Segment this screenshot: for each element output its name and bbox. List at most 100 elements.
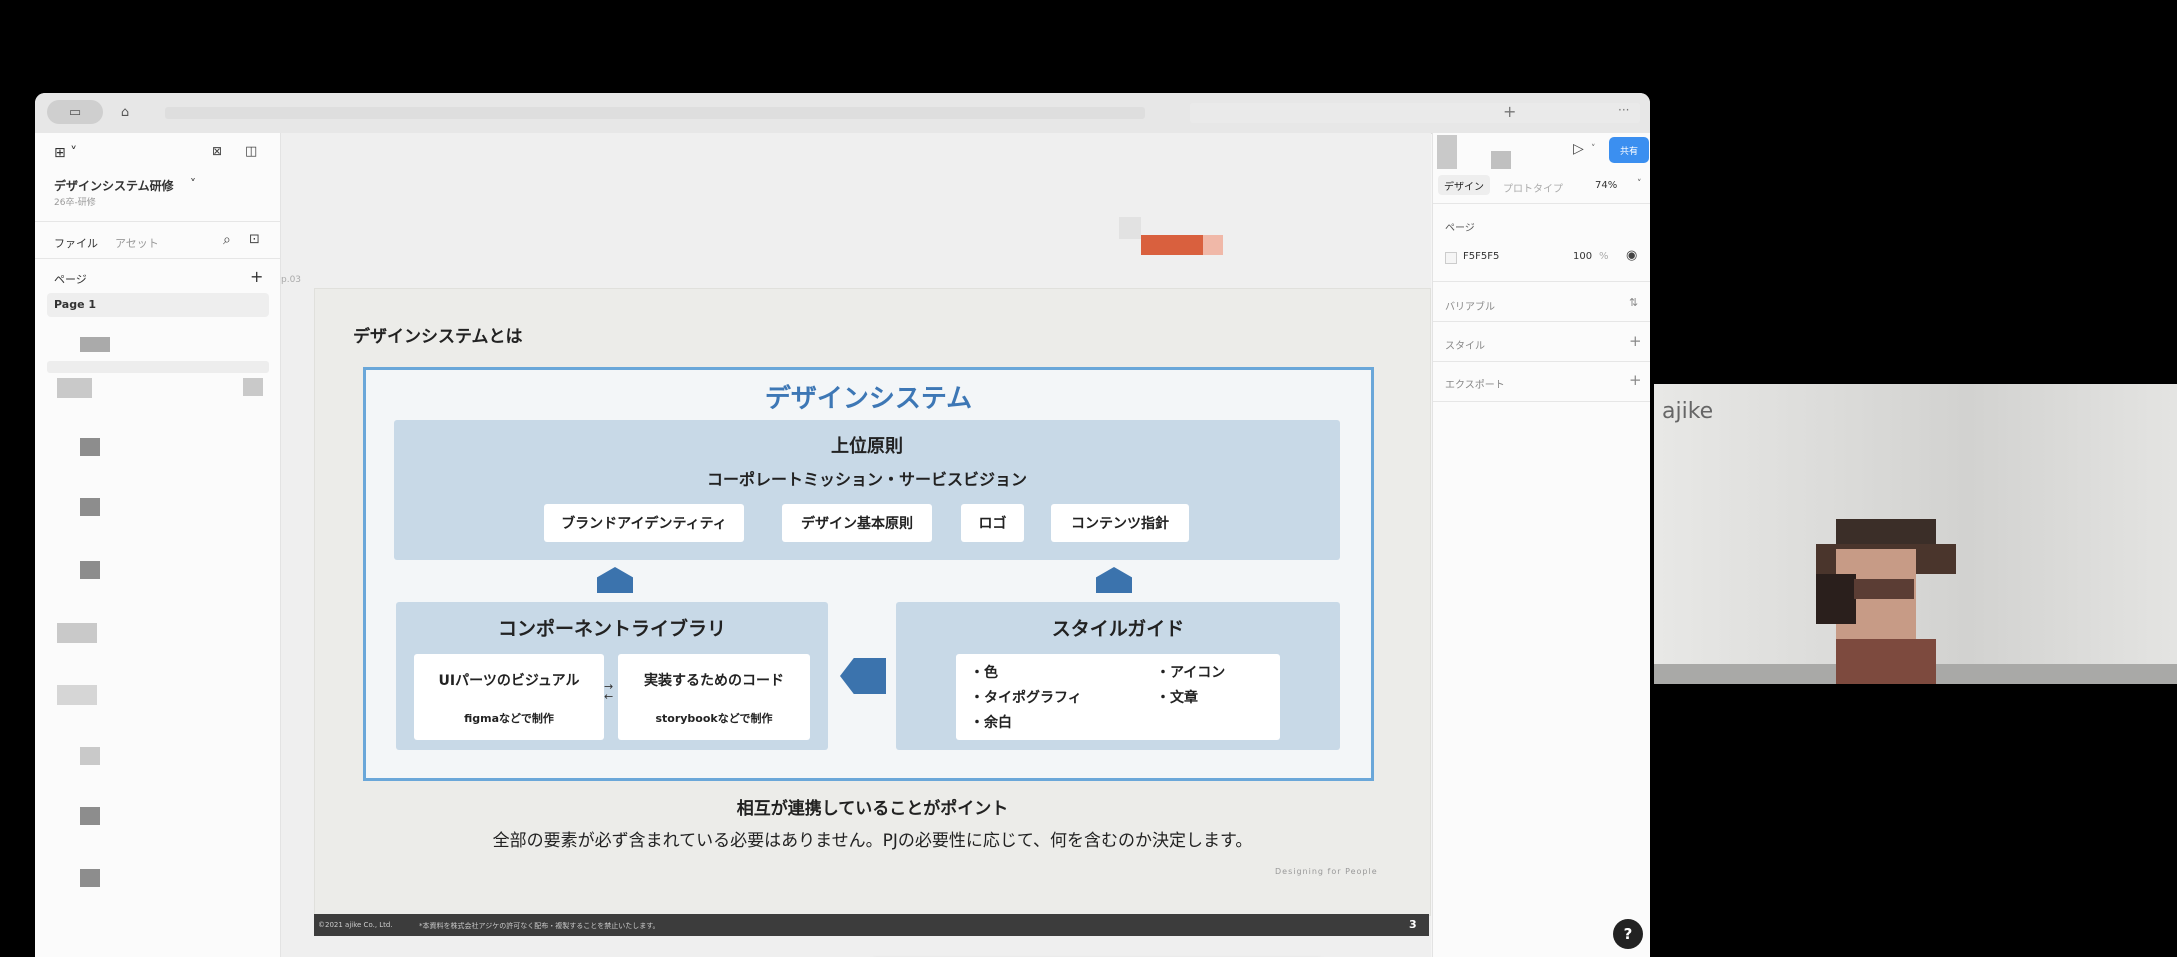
- item-content-guidelines: コンテンツ指針: [1051, 504, 1189, 542]
- tab-bar: ▭ ⌂ + ···: [35, 93, 1650, 134]
- slide-point: 相互が連携していることがポイント: [736, 799, 1009, 819]
- share-button[interactable]: 共有: [1609, 137, 1649, 163]
- help-button[interactable]: ?: [1613, 919, 1643, 949]
- slide-footer: ©2021 ajike Co., Ltd. *本資料を株式会社アジケの許可なく配…: [314, 914, 1429, 936]
- add-style-button[interactable]: +: [1629, 332, 1642, 350]
- style-item-icon: ・アイコン: [1156, 665, 1226, 681]
- zoom-level[interactable]: 74%: [1595, 180, 1617, 191]
- variables-settings-icon[interactable]: ⇅: [1629, 296, 1638, 309]
- layer-thumbnail[interactable]: [57, 623, 97, 643]
- blurred-element: [1119, 217, 1141, 239]
- divider: [1433, 281, 1650, 282]
- layer-thumbnail[interactable]: [80, 747, 100, 765]
- visual-card-title: UIパーツのビジュアル: [438, 673, 580, 689]
- new-tab-button[interactable]: +: [1503, 102, 1516, 121]
- add-export-button[interactable]: +: [1629, 371, 1642, 389]
- footer-page-number: 3: [1409, 918, 1417, 931]
- code-card-title: 実装するためのコード: [644, 673, 784, 689]
- footer-notice: *本資料を株式会社アジケの許可なく配布・複製することを禁止いたします。: [419, 922, 660, 930]
- blurred-element: [1141, 235, 1203, 255]
- layer-thumbnail[interactable]: [80, 807, 100, 825]
- layer-thumbnail[interactable]: [80, 498, 100, 516]
- item-design-principles: デザイン基本原則: [782, 504, 932, 542]
- bg-opacity[interactable]: 100: [1573, 251, 1592, 262]
- export-label: エクスポート: [1445, 380, 1505, 391]
- eye-icon[interactable]: ◉: [1626, 248, 1637, 263]
- divider: [1433, 203, 1650, 204]
- layer-thumbnail[interactable]: [80, 561, 100, 579]
- code-card: 実装するためのコード storybookなどで制作: [618, 654, 810, 740]
- design-system-diagram: デザインシステム 上位原則 コーポレートミッション・サービスビジョン ブランドア…: [363, 367, 1374, 781]
- divider: [35, 221, 280, 222]
- divider: [1433, 361, 1650, 362]
- frame-label[interactable]: p.03: [281, 275, 301, 285]
- visual-card-sub: figmaなどで制作: [464, 712, 554, 725]
- person-body: [1836, 639, 1936, 684]
- style-item-spacing: ・余白: [970, 715, 1012, 731]
- tab-design[interactable]: デザイン: [1438, 175, 1490, 195]
- slide-frame[interactable]: デザインシステムとは デザインシステム 上位原則 コーポレートミッション・サービ…: [314, 288, 1431, 916]
- person-hair: [1836, 519, 1936, 544]
- layer-thumbnail[interactable]: [243, 378, 263, 396]
- layers-panel: ⊞ ˅ ⊠ ◫ デザインシステム研修 ˅ 26卒-研修 ファイル アセット ⌕ …: [35, 133, 281, 957]
- divider: [1433, 321, 1650, 322]
- main-menu-button[interactable]: ⊞ ˅: [54, 145, 77, 161]
- component-library-box: コンポーネントライブラリ UIパーツのビジュアル figmaなどで制作 → ← 実…: [396, 602, 828, 750]
- tab-files[interactable]: ファイル: [54, 235, 98, 251]
- ajike-logo: ajike: [1662, 399, 1714, 424]
- variables-label[interactable]: バリアブル: [1445, 298, 1495, 313]
- home-icon: ⌂: [120, 104, 130, 120]
- layout-icon[interactable]: ⊡: [249, 232, 260, 247]
- top-principles-box: 上位原則 コーポレートミッション・サービスビジョン ブランドアイデンティティ デ…: [394, 420, 1340, 560]
- chevron-down-icon[interactable]: ˅: [1637, 179, 1642, 189]
- layer-thumbnail[interactable]: [57, 378, 92, 398]
- slide-tagline: Designing for People: [1275, 867, 1378, 876]
- play-icon: ▷: [1573, 141, 1584, 157]
- file-subtitle: 26卒-研修: [54, 198, 96, 208]
- sidebar-toggle-button[interactable]: ▭: [47, 100, 103, 124]
- page-item-label: Page 1: [54, 298, 97, 311]
- style-item-typography: ・タイポグラフィ: [970, 690, 1082, 706]
- blurred-layer-row: [47, 361, 269, 373]
- color-swatch[interactable]: [1445, 252, 1457, 264]
- visual-card: UIパーツのビジュアル figmaなどで制作: [414, 654, 604, 740]
- divider: [1433, 401, 1650, 402]
- bg-color-hex[interactable]: F5F5F5: [1463, 251, 1499, 262]
- add-page-button[interactable]: +: [250, 267, 263, 286]
- page-section-label: ページ: [1445, 223, 1475, 234]
- person-hair: [1816, 574, 1856, 624]
- more-options-button[interactable]: ···: [1618, 103, 1629, 117]
- tab-prototype[interactable]: プロトタイプ: [1503, 180, 1563, 195]
- layer-thumbnail[interactable]: [80, 869, 100, 887]
- file-chevron-icon[interactable]: ˅: [190, 177, 196, 191]
- pages-label: ページ: [54, 273, 87, 286]
- top-box-title: 上位原則: [831, 436, 903, 457]
- diagram-title: デザインシステム: [764, 384, 973, 414]
- blurred-avatar: [1437, 135, 1457, 169]
- layer-thumbnail[interactable]: [57, 685, 97, 705]
- present-button[interactable]: ▷: [1573, 141, 1584, 157]
- layer-thumbnail[interactable]: [80, 438, 100, 456]
- tab-assets[interactable]: アセット: [115, 235, 159, 251]
- file-name[interactable]: デザインシステム研修: [54, 177, 174, 194]
- component-box-title: コンポーネントライブラリ: [497, 618, 726, 640]
- canvas[interactable]: p.03 デザインシステムとは デザインシステム 上位原則 コーポレートミッショ…: [281, 133, 1431, 957]
- chevron-down-icon[interactable]: ˅: [1591, 144, 1596, 154]
- person-eyes: [1854, 579, 1914, 599]
- blurred-tab-active: [1190, 103, 1640, 123]
- arrow-up-icon: [1096, 567, 1132, 593]
- figma-window: ▭ ⌂ + ··· ⊞ ˅ ⊠ ◫ デザインシステム研修 ˅ 26卒-研修 ファ…: [35, 93, 1650, 957]
- arrow-up-icon: [597, 567, 633, 593]
- page-item-page-1[interactable]: Page 1: [47, 293, 269, 317]
- panel-toggle-icon[interactable]: ◫: [245, 144, 257, 159]
- home-button[interactable]: ⌂: [111, 100, 139, 124]
- bidirectional-arrow-icon: → ←: [604, 680, 614, 703]
- ui3-icon[interactable]: ⊠: [212, 144, 222, 158]
- search-icon[interactable]: ⌕: [223, 232, 231, 248]
- percent-sign: %: [1599, 251, 1609, 262]
- style-items-card: ・色 ・タイポグラフィ ・余白 ・アイコン ・文章: [956, 654, 1280, 740]
- item-brand-identity: ブランドアイデンティティ: [544, 504, 744, 542]
- window-icon: ▭: [68, 104, 82, 120]
- layer-thumbnail[interactable]: [80, 337, 110, 352]
- blurred-avatar: [1491, 151, 1511, 169]
